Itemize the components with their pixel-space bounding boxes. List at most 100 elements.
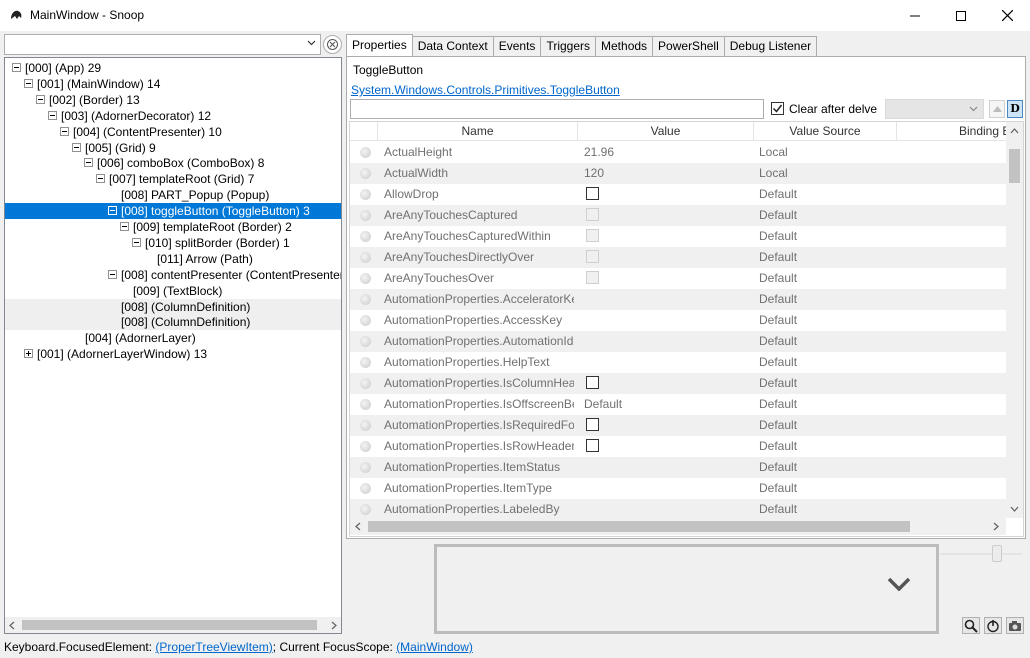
property-value[interactable]: 21.96 xyxy=(584,142,752,163)
property-row[interactable]: AllowDrop Default xyxy=(350,184,1006,205)
scroll-up-icon[interactable] xyxy=(1010,128,1019,134)
property-value-checkbox[interactable] xyxy=(586,376,599,389)
visual-tree[interactable]: [000] (App) 29 [001] (MainWindow) 14 [002]… xyxy=(4,57,342,634)
tree-item[interactable]: [005] (Grid) 9 xyxy=(5,140,341,156)
up-button[interactable] xyxy=(989,100,1005,118)
property-row[interactable]: ActualWidth 120 Local xyxy=(350,163,1006,184)
maximize-button[interactable] xyxy=(938,0,984,31)
property-value-checkbox[interactable] xyxy=(586,418,599,431)
tree-item[interactable]: [008] (ColumnDefinition) xyxy=(5,314,341,331)
header-binding-errors[interactable]: Binding E xyxy=(897,122,1023,141)
collapse-icon[interactable] xyxy=(12,63,21,72)
tab-properties[interactable]: Properties xyxy=(346,34,413,57)
collapse-icon[interactable] xyxy=(96,174,105,184)
property-value[interactable]: Default xyxy=(584,394,752,415)
scroll-left-icon[interactable] xyxy=(355,522,361,531)
zoom-slider-track[interactable] xyxy=(940,553,1022,555)
property-row[interactable]: AutomationProperties.AccessKey Default xyxy=(350,310,1006,331)
tab-methods[interactable]: Methods xyxy=(596,36,654,57)
collapse-icon[interactable] xyxy=(108,206,117,216)
scroll-thumb[interactable] xyxy=(368,521,910,532)
header-name[interactable]: Name xyxy=(378,122,578,141)
tab-debug-listener[interactable]: Debug Listener xyxy=(724,36,818,57)
collapse-icon[interactable] xyxy=(108,269,117,279)
collapse-icon[interactable] xyxy=(120,222,129,231)
collapse-icon[interactable] xyxy=(132,237,141,247)
property-value-checkbox[interactable] xyxy=(586,187,599,200)
scroll-right-icon[interactable] xyxy=(993,522,999,531)
collapse-icon[interactable] xyxy=(84,158,93,168)
tree-item[interactable]: [009] (TextBlock) xyxy=(5,283,341,299)
tree-item[interactable]: [004] (AdornerLayer) xyxy=(5,330,341,346)
grid-horizontal-scrollbar[interactable] xyxy=(350,518,1006,535)
tree-item[interactable]: [008] (ColumnDefinition) xyxy=(5,298,341,315)
tree-item[interactable]: [008] contentPresenter (ContentPresenter xyxy=(5,267,341,283)
property-filter-combo[interactable] xyxy=(885,99,984,119)
screenshot-button[interactable] xyxy=(1006,617,1024,634)
tab-data-context[interactable]: Data Context xyxy=(412,36,494,57)
property-row[interactable]: AutomationProperties.IsRowHeader Default xyxy=(350,436,1006,457)
property-row[interactable]: AreAnyTouchesOver Default xyxy=(350,268,1006,289)
tree-horizontal-scrollbar[interactable] xyxy=(5,617,341,633)
property-value-source: Default xyxy=(759,229,798,243)
header-value-source[interactable]: Value Source xyxy=(754,122,897,141)
property-row[interactable]: AutomationProperties.LabeledBy Default xyxy=(350,499,1006,520)
tree-item[interactable]: [007] templateRoot (Grid) 7 xyxy=(5,171,341,187)
minimize-button[interactable] xyxy=(892,0,938,31)
default-values-toggle[interactable]: D xyxy=(1007,100,1023,118)
property-row[interactable]: AutomationProperties.IsRequiredForForm De… xyxy=(350,415,1006,436)
property-row[interactable]: AutomationProperties.ItemType Default xyxy=(350,478,1006,499)
collapse-icon[interactable] xyxy=(72,142,81,152)
tab-events[interactable]: Events xyxy=(493,36,542,57)
scroll-thumb[interactable] xyxy=(22,620,317,630)
property-filter-input[interactable] xyxy=(350,99,764,119)
property-row[interactable]: AreAnyTouchesCapturedWithin Default xyxy=(350,226,1006,247)
tree-item[interactable]: [001] (AdornerLayerWindow) 13 xyxy=(5,346,341,362)
property-row[interactable]: AutomationProperties.AutomationId Default xyxy=(350,331,1006,352)
property-value[interactable]: 120 xyxy=(584,163,752,184)
element-type-link[interactable]: System.Windows.Controls.Primitives.Toggl… xyxy=(351,83,620,97)
close-button[interactable] xyxy=(984,0,1030,31)
property-row[interactable]: AutomationProperties.ItemStatus Default xyxy=(350,457,1006,478)
tree-item[interactable]: [003] (AdornerDecorator) 12 xyxy=(5,108,341,124)
tree-item[interactable]: [000] (App) 29 xyxy=(5,60,341,76)
scroll-thumb[interactable] xyxy=(1009,149,1020,183)
property-value-checkbox[interactable] xyxy=(586,439,599,452)
grid-vertical-scrollbar[interactable] xyxy=(1006,122,1023,518)
tree-item[interactable]: [011] Arrow (Path) xyxy=(5,251,341,267)
zoom-slider-thumb[interactable] xyxy=(992,545,1002,562)
property-row[interactable]: AreAnyTouchesDirectlyOver Default xyxy=(350,247,1006,268)
tree-item[interactable]: [002] (Border) 13 xyxy=(5,92,341,108)
header-value[interactable]: Value xyxy=(578,122,754,141)
zoom-button[interactable] xyxy=(962,617,980,634)
property-row[interactable]: AutomationProperties.IsOffscreenBehavior… xyxy=(350,394,1006,415)
collapse-icon[interactable] xyxy=(36,94,45,104)
scroll-left-icon[interactable] xyxy=(9,621,15,630)
expand-icon[interactable] xyxy=(24,349,33,359)
tree-item[interactable]: [004] (ContentPresenter) 10 xyxy=(5,124,341,140)
tree-item[interactable]: [010] splitBorder (Border) 1 xyxy=(5,235,341,251)
property-row[interactable]: ActualHeight 21.96 Local xyxy=(350,142,1006,163)
collapse-icon[interactable] xyxy=(24,78,33,88)
tree-item[interactable]: [008] toggleButton (ToggleButton) 3 xyxy=(5,203,341,220)
scroll-right-icon[interactable] xyxy=(331,621,337,630)
tab-triggers[interactable]: Triggers xyxy=(541,36,597,57)
tree-item[interactable]: [001] (MainWindow) 14 xyxy=(5,76,341,92)
focused-element-link[interactable]: (ProperTreeViewItem) xyxy=(155,640,272,654)
window-selector-combo[interactable] xyxy=(4,34,321,55)
tab-powershell[interactable]: PowerShell xyxy=(653,36,725,57)
property-row[interactable]: AreAnyTouchesCaptured Default xyxy=(350,205,1006,226)
property-row[interactable]: AutomationProperties.IsColumnHeader Defau… xyxy=(350,373,1006,394)
collapse-icon[interactable] xyxy=(48,110,57,120)
tree-item[interactable]: [008] PART_Popup (Popup) xyxy=(5,187,341,203)
tree-item[interactable]: [009] templateRoot (Border) 2 xyxy=(5,219,341,235)
scroll-down-icon[interactable] xyxy=(1010,506,1019,512)
collapse-icon[interactable] xyxy=(60,126,69,136)
refresh-button[interactable] xyxy=(323,35,342,54)
property-row[interactable]: AutomationProperties.HelpText Default xyxy=(350,352,1006,373)
tree-item[interactable]: [006] comboBox (ComboBox) 8 xyxy=(5,155,341,171)
power-button[interactable] xyxy=(984,617,1002,634)
clear-after-delve-checkbox[interactable] xyxy=(771,102,784,115)
property-row[interactable]: AutomationProperties.AcceleratorKey Defau… xyxy=(350,289,1006,310)
focus-scope-link[interactable]: (MainWindow) xyxy=(396,640,473,654)
